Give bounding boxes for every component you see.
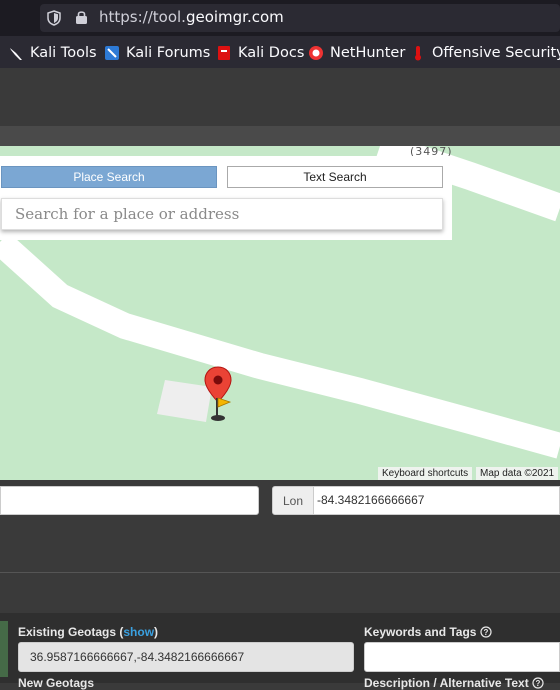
show-link[interactable]: show bbox=[123, 625, 154, 639]
lock-icon[interactable] bbox=[75, 10, 88, 25]
help-icon[interactable]: ? bbox=[532, 677, 544, 689]
bookmark-label: Kali Docs bbox=[238, 45, 305, 61]
bookmark-kali-tools[interactable]: Kali Tools bbox=[8, 44, 97, 62]
description-label: Description / Alternative Text ? bbox=[364, 676, 544, 690]
page-header-strip bbox=[0, 126, 560, 146]
new-geotags-label: New Geotags bbox=[18, 676, 95, 690]
kali-dragon-icon bbox=[10, 48, 22, 60]
search-placeholder: Search for a place or address bbox=[15, 205, 240, 223]
url-text[interactable]: https://tool.geoimgr.com bbox=[99, 8, 284, 26]
longitude-input[interactable]: -84.3482166666667 bbox=[313, 486, 560, 515]
shield-icon[interactable] bbox=[47, 10, 61, 26]
svg-text:?: ? bbox=[536, 679, 541, 688]
toolbar-band bbox=[0, 522, 560, 572]
bookmark-kali-forums[interactable]: Kali Forums bbox=[104, 44, 210, 62]
latitude-input[interactable] bbox=[0, 486, 259, 515]
kali-docs-icon bbox=[218, 46, 230, 60]
flag-pin-icon[interactable] bbox=[206, 394, 234, 422]
bookmark-nethunter[interactable]: NetHunter bbox=[308, 44, 405, 62]
bookmark-offensive-security[interactable]: Offensive Security bbox=[410, 44, 560, 62]
lon-label: Lon bbox=[272, 486, 314, 515]
svg-text:?: ? bbox=[483, 628, 488, 637]
map-data-attribution[interactable]: Map data ©2021 bbox=[476, 467, 559, 480]
url-host: geoimgr.com bbox=[185, 8, 284, 26]
page-header-band bbox=[0, 68, 560, 126]
kali-forums-icon bbox=[105, 46, 119, 60]
bookmark-label: NetHunter bbox=[330, 45, 406, 61]
existing-geotags-field[interactable]: 36.9587166666667,-84.3482166666667 bbox=[18, 642, 354, 672]
keyboard-shortcuts-link[interactable]: Keyboard shortcuts bbox=[378, 467, 473, 480]
help-icon[interactable]: ? bbox=[480, 626, 492, 638]
nethunter-icon bbox=[309, 46, 323, 60]
offsec-icon bbox=[415, 46, 421, 61]
bookmark-label: Kali Tools bbox=[30, 45, 97, 61]
tab-place-search[interactable]: Place Search bbox=[1, 166, 217, 188]
bookmark-label: Offensive Security bbox=[432, 45, 560, 61]
bookmark-label: Kali Forums bbox=[126, 45, 211, 61]
image-thumbnail[interactable] bbox=[0, 621, 8, 677]
url-prefix: https://tool. bbox=[99, 8, 186, 26]
keywords-input[interactable] bbox=[364, 642, 560, 672]
existing-geotags-label: Existing Geotags (show) bbox=[18, 625, 159, 639]
bookmark-kali-docs[interactable]: Kali Docs bbox=[216, 44, 304, 62]
tab-text-search[interactable]: Text Search bbox=[227, 166, 443, 188]
keywords-label: Keywords and Tags ? bbox=[364, 625, 492, 639]
section-band bbox=[0, 573, 560, 613]
